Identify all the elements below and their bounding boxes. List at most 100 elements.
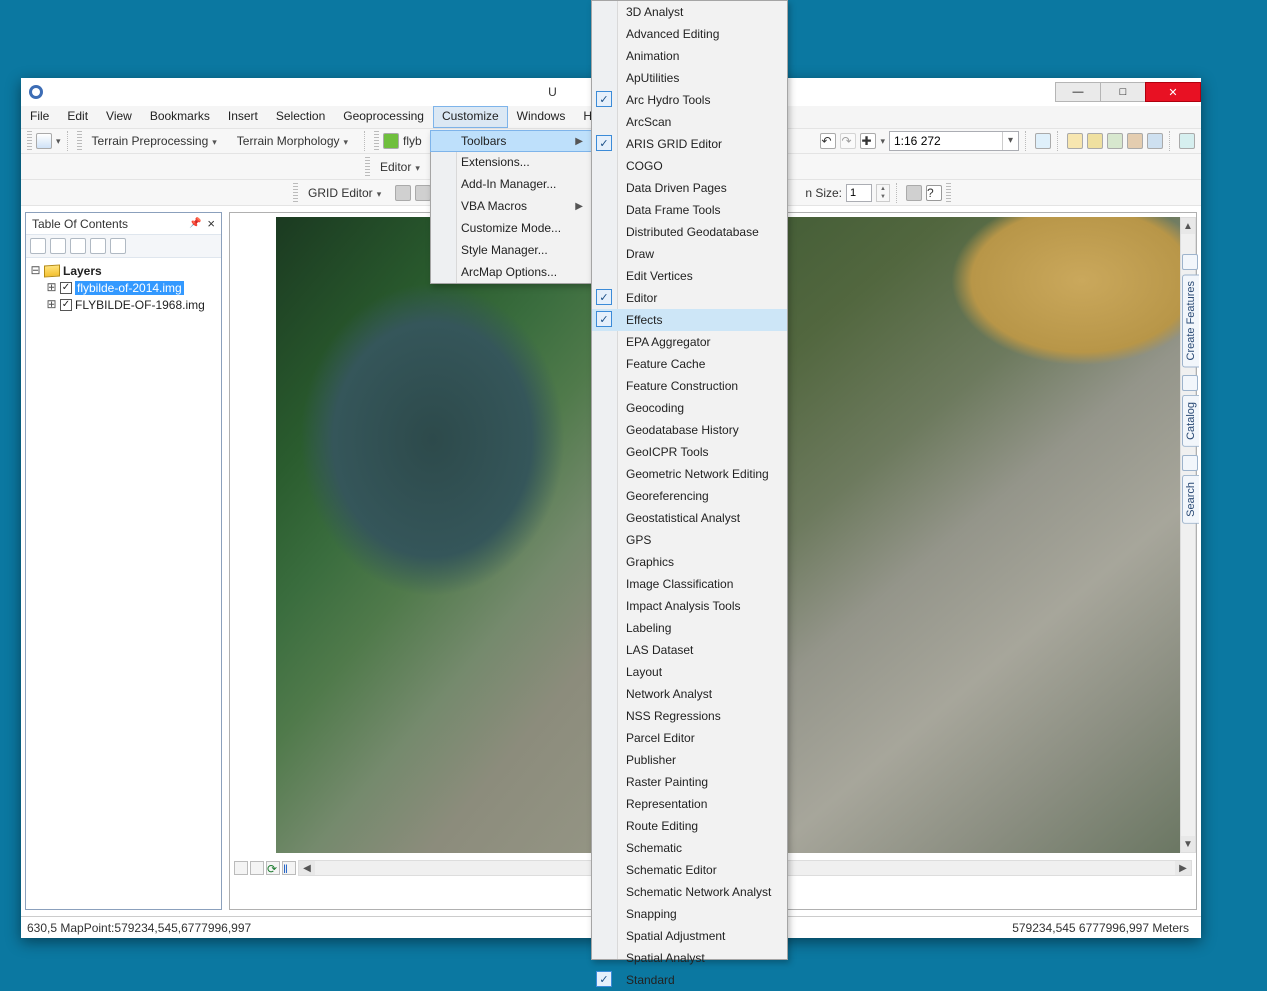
menu-windows[interactable]: Windows bbox=[508, 106, 575, 128]
toc-view-5[interactable] bbox=[110, 238, 126, 254]
toolbar-grip[interactable] bbox=[946, 183, 951, 203]
tool-icon-2[interactable] bbox=[1067, 133, 1083, 149]
tool-icon-4[interactable] bbox=[1107, 133, 1123, 149]
zoom-icon[interactable] bbox=[36, 133, 52, 149]
toolbar-toggle-feature-construction[interactable]: Feature Construction bbox=[592, 375, 787, 397]
toolbar-toggle-schematic-network-analyst[interactable]: Schematic Network Analyst bbox=[592, 881, 787, 903]
refresh-icon[interactable]: ⟳ bbox=[266, 861, 280, 875]
size-stepper[interactable]: ▲▼ bbox=[876, 184, 890, 202]
close-icon[interactable]: × bbox=[207, 216, 215, 231]
toolbar-toggle-arc-hydro-tools[interactable]: ✓Arc Hydro Tools bbox=[592, 89, 787, 111]
menu-item-arcmap-options-[interactable]: ArcMap Options... bbox=[431, 261, 591, 283]
tool-icon-6[interactable] bbox=[1147, 133, 1163, 149]
pause-icon[interactable]: ‖ bbox=[282, 861, 296, 875]
toolbar-toggle-publisher[interactable]: Publisher bbox=[592, 749, 787, 771]
menu-edit[interactable]: Edit bbox=[58, 106, 97, 128]
toolbar-toggle-aris-grid-editor[interactable]: ✓ARIS GRID Editor bbox=[592, 133, 787, 155]
toolbar-toggle-spatial-adjustment[interactable]: Spatial Adjustment bbox=[592, 925, 787, 947]
toolbar-grip[interactable] bbox=[365, 157, 370, 177]
toolbar-toggle-raster-painting[interactable]: Raster Painting bbox=[592, 771, 787, 793]
scale-combo[interactable]: ▾ bbox=[889, 131, 1019, 151]
toolbar-grip[interactable] bbox=[77, 131, 82, 151]
dock-icon[interactable] bbox=[1182, 375, 1198, 391]
menu-item-vba-macros[interactable]: VBA Macros▶ bbox=[431, 195, 591, 217]
toolbar-toggle-schematic-editor[interactable]: Schematic Editor bbox=[592, 859, 787, 881]
toolbar-toggle-geometric-network-editing[interactable]: Geometric Network Editing bbox=[592, 463, 787, 485]
toolbar-toggle-cogo[interactable]: COGO bbox=[592, 155, 787, 177]
toolbar-toggle-impact-analysis-tools[interactable]: Impact Analysis Tools bbox=[592, 595, 787, 617]
toc-view-2[interactable] bbox=[50, 238, 66, 254]
menu-selection[interactable]: Selection bbox=[267, 106, 334, 128]
toolbar-toggle-geocoding[interactable]: Geocoding bbox=[592, 397, 787, 419]
toolbar-toggle-snapping[interactable]: Snapping bbox=[592, 903, 787, 925]
menu-item-customize-mode-[interactable]: Customize Mode... bbox=[431, 217, 591, 239]
toolbar-toggle-parcel-editor[interactable]: Parcel Editor bbox=[592, 727, 787, 749]
toolbar-toggle-labeling[interactable]: Labeling bbox=[592, 617, 787, 639]
toolbar-toggle-edit-vertices[interactable]: Edit Vertices bbox=[592, 265, 787, 287]
dock-tab-catalog[interactable]: Catalog bbox=[1182, 395, 1199, 447]
checkbox-icon[interactable]: ✓ bbox=[60, 299, 72, 311]
undo-icon[interactable]: ↶ bbox=[820, 133, 836, 149]
grid-tool-1[interactable] bbox=[395, 185, 411, 201]
toolbar-toggle-distributed-geodatabase[interactable]: Distributed Geodatabase bbox=[592, 221, 787, 243]
toolbar-toggle-las-dataset[interactable]: LAS Dataset bbox=[592, 639, 787, 661]
chevron-down-icon[interactable]: ▾ bbox=[1002, 132, 1018, 150]
toolbar-toggle-effects[interactable]: ✓Effects bbox=[592, 309, 787, 331]
toolbar-toggle-aputilities[interactable]: ApUtilities bbox=[592, 67, 787, 89]
toolbar-toggle-epa-aggregator[interactable]: EPA Aggregator bbox=[592, 331, 787, 353]
toolbar-toggle-image-classification[interactable]: Image Classification bbox=[592, 573, 787, 595]
tool-icon-1[interactable] bbox=[1035, 133, 1051, 149]
toolbar-toggle-gps[interactable]: GPS bbox=[592, 529, 787, 551]
checkbox-icon[interactable]: ✓ bbox=[60, 282, 72, 294]
toolbar-toggle-geodatabase-history[interactable]: Geodatabase History bbox=[592, 419, 787, 441]
toolbar-toggle-data-frame-tools[interactable]: Data Frame Tools bbox=[592, 199, 787, 221]
help-icon[interactable]: ? bbox=[926, 185, 942, 201]
toolbar-toggle-schematic[interactable]: Schematic bbox=[592, 837, 787, 859]
close-button[interactable]: ✕ bbox=[1145, 82, 1201, 102]
toolbar-toggle-network-analyst[interactable]: Network Analyst bbox=[592, 683, 787, 705]
toc-view-4[interactable] bbox=[90, 238, 106, 254]
scroll-down-icon[interactable]: ▼ bbox=[1181, 836, 1195, 852]
toolbar-grip[interactable] bbox=[27, 131, 32, 151]
toolbar-toggle-animation[interactable]: Animation bbox=[592, 45, 787, 67]
menu-geoprocessing[interactable]: Geoprocessing bbox=[334, 106, 433, 128]
terrain-morphology-dropdown[interactable]: Terrain Morphology bbox=[231, 133, 358, 149]
toolbar-toggle-nss-regressions[interactable]: NSS Regressions bbox=[592, 705, 787, 727]
grid-editor-dropdown[interactable]: GRID Editor bbox=[302, 185, 391, 201]
scale-input[interactable] bbox=[890, 133, 1002, 149]
dock-tab-create-features[interactable]: Create Features bbox=[1182, 274, 1199, 367]
map-pane-right[interactable] bbox=[733, 217, 1180, 853]
toc-layer-item[interactable]: ⊞✓FLYBILDE-OF-1968.img bbox=[30, 296, 217, 313]
menu-item-style-manager-[interactable]: Style Manager... bbox=[431, 239, 591, 261]
toolbar-toggle-georeferencing[interactable]: Georeferencing bbox=[592, 485, 787, 507]
toc-layer-item[interactable]: ⊞✓flybilde-of-2014.img bbox=[30, 279, 217, 296]
menu-file[interactable]: File bbox=[21, 106, 58, 128]
grid-tool-2[interactable] bbox=[415, 185, 431, 201]
toolbar-toggle-representation[interactable]: Representation bbox=[592, 793, 787, 815]
terrain-preprocessing-dropdown[interactable]: Terrain Preprocessing bbox=[86, 133, 227, 149]
grid-tool-3[interactable] bbox=[906, 185, 922, 201]
dock-icon[interactable] bbox=[1182, 254, 1198, 270]
tool-icon-3[interactable] bbox=[1087, 133, 1103, 149]
menu-bookmarks[interactable]: Bookmarks bbox=[141, 106, 219, 128]
data-view-icon[interactable] bbox=[234, 861, 248, 875]
dock-icon[interactable] bbox=[1182, 455, 1198, 471]
toc-layers-root[interactable]: ⊟ Layers bbox=[30, 262, 217, 279]
toc-view-1[interactable] bbox=[30, 238, 46, 254]
menu-item-add-in-manager-[interactable]: Add-In Manager... bbox=[431, 173, 591, 195]
scroll-left-icon[interactable]: ◀ bbox=[299, 861, 315, 875]
toolbar-toggle-feature-cache[interactable]: Feature Cache bbox=[592, 353, 787, 375]
toolbar-toggle-data-driven-pages[interactable]: Data Driven Pages bbox=[592, 177, 787, 199]
toolbar-toggle-graphics[interactable]: Graphics bbox=[592, 551, 787, 573]
toolbar-toggle-route-editing[interactable]: Route Editing bbox=[592, 815, 787, 837]
toolbar-toggle-layout[interactable]: Layout bbox=[592, 661, 787, 683]
minimize-button[interactable]: — bbox=[1055, 82, 1101, 102]
size-input[interactable] bbox=[846, 184, 872, 202]
scroll-up-icon[interactable]: ▲ bbox=[1181, 218, 1195, 234]
menu-item-extensions-[interactable]: Extensions... bbox=[431, 151, 591, 173]
menu-view[interactable]: View bbox=[97, 106, 141, 128]
maximize-button[interactable]: □ bbox=[1100, 82, 1146, 102]
layout-view-icon[interactable] bbox=[250, 861, 264, 875]
toolbar-toggle-geoicpr-tools[interactable]: GeoICPR Tools bbox=[592, 441, 787, 463]
menu-customize[interactable]: Customize bbox=[433, 106, 508, 128]
